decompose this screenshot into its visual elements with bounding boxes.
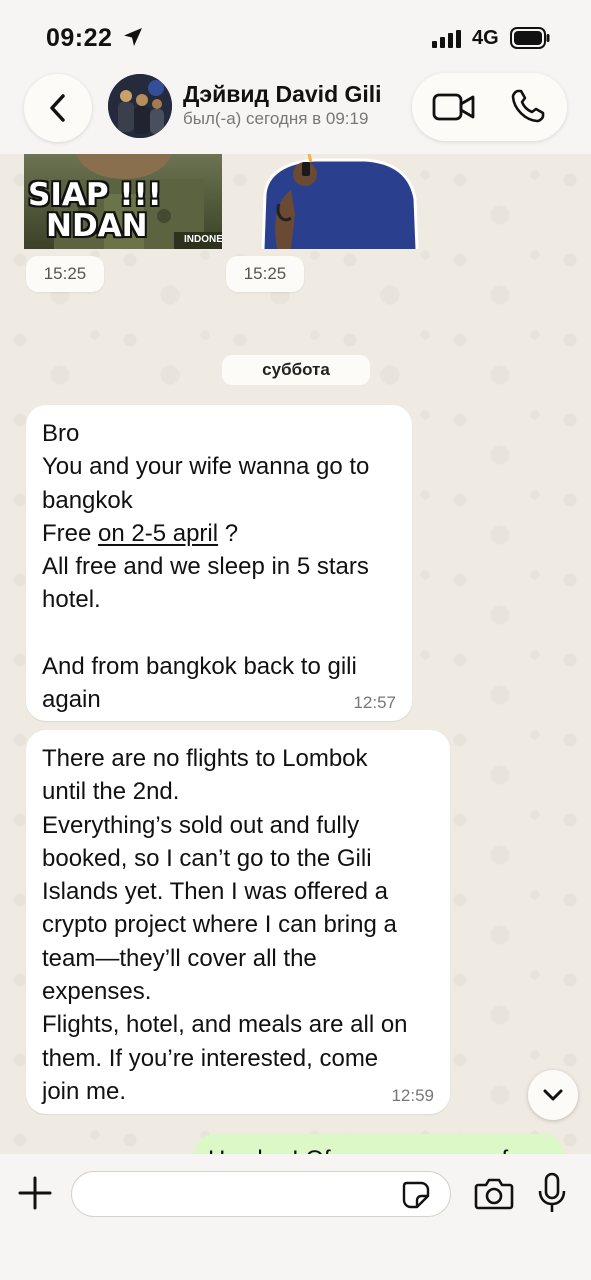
message-line: again [42, 686, 101, 714]
sticker-caption-line-2: NDAN [46, 208, 148, 244]
sticker-timestamp: 15:25 [26, 256, 104, 292]
chat-header: Дэйвид David Gili был(-а) сегодня в 09:1… [0, 70, 591, 154]
message-line: ? [218, 519, 239, 547]
sticker-badge: INDONES [184, 234, 222, 245]
sticker-icon[interactable] [401, 1180, 431, 1210]
sticker-caption: SIAP !!! NDAN [28, 180, 162, 242]
scroll-to-bottom-button[interactable] [528, 1070, 578, 1120]
composer-bar [0, 1154, 591, 1280]
video-call-icon[interactable] [432, 91, 476, 123]
network-label: 4G [472, 27, 499, 49]
camera-icon[interactable] [474, 1176, 514, 1210]
location-arrow-icon [124, 28, 142, 46]
message-input[interactable] [71, 1171, 451, 1217]
battery-icon [510, 27, 550, 49]
sticker-timestamp: 15:25 [226, 256, 304, 292]
message-time: 12:57 [353, 693, 396, 712]
message-text: Bro You and your wife wanna go to bangko… [42, 417, 396, 717]
chevron-down-icon [543, 1089, 563, 1101]
back-icon [50, 94, 65, 122]
sticker-image [261, 154, 419, 249]
avatar[interactable] [108, 74, 172, 138]
microphone-icon[interactable] [537, 1172, 567, 1214]
outgoing-message[interactable]: Hey bro! Of course, we are for [194, 1134, 564, 1154]
call-actions [412, 73, 567, 141]
phone-icon[interactable] [510, 88, 546, 124]
message-text: There are no flights to Lombok until the… [42, 745, 408, 1105]
message-list[interactable]: SIAP !!! NDAN INDONES 15:25 15:25 суббот… [0, 154, 591, 1154]
back-button[interactable] [24, 74, 92, 142]
sticker-man-lighter[interactable] [255, 154, 419, 249]
message-line: You and your wife wanna go to [42, 453, 370, 481]
message-line: Bro [42, 420, 80, 447]
date-separator: суббота [222, 355, 370, 385]
sticker-soldier[interactable]: SIAP !!! NDAN INDONES [24, 154, 222, 249]
incoming-message[interactable]: There are no flights to Lombok until the… [26, 730, 450, 1114]
message-line: Free [42, 519, 99, 547]
last-seen-status: был(-а) сегодня в 09:19 [183, 109, 369, 128]
incoming-message[interactable]: Bro You and your wife wanna go to bangko… [26, 405, 412, 721]
message-text: Hey bro! Of course, we are for [208, 1146, 529, 1154]
message-line: bangkok [42, 486, 133, 514]
message-line: All free and we sleep in 5 stars [42, 553, 369, 581]
contact-name[interactable]: Дэйвид David Gili [183, 81, 382, 108]
signal-icon [432, 30, 461, 48]
sticker-caption-line-1: SIAP !!! [28, 177, 162, 213]
status-time: 09:22 [46, 24, 113, 52]
avatar-photo [108, 74, 172, 138]
status-bar: 09:22 4G [0, 0, 591, 70]
message-line: hotel. [42, 586, 101, 614]
date-link[interactable]: on 2-5 april [98, 520, 218, 547]
plus-icon[interactable] [16, 1174, 54, 1212]
message-time: 12:59 [391, 1086, 434, 1105]
message-line: And from bangkok back to gili [42, 653, 357, 681]
